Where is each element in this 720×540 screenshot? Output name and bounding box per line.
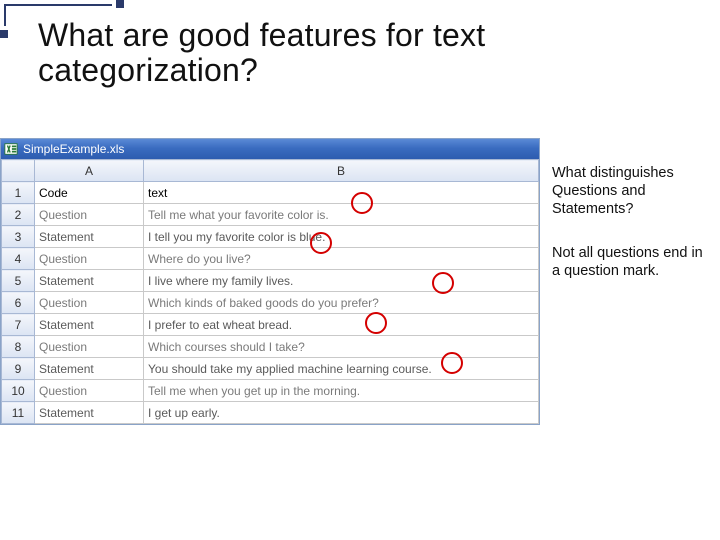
cell[interactable]: Which courses should I take? <box>144 336 539 358</box>
cell[interactable]: Question <box>35 248 144 270</box>
table-row: 11 Statement I get up early. <box>2 402 539 424</box>
cell[interactable]: text <box>144 182 539 204</box>
table-row: 10 Question Tell me when you get up in t… <box>2 380 539 402</box>
cell[interactable]: I tell you my favorite color is blue. <box>144 226 539 248</box>
cell[interactable]: I live where my family lives. <box>144 270 539 292</box>
excel-icon <box>4 142 18 156</box>
table-row: 3 Statement I tell you my favorite color… <box>2 226 539 248</box>
cell[interactable]: Statement <box>35 226 144 248</box>
cell[interactable]: Question <box>35 336 144 358</box>
cell[interactable]: Where do you live? <box>144 248 539 270</box>
title-line-2: categorization? <box>38 52 258 88</box>
table-row: 2 Question Tell me what your favorite co… <box>2 204 539 226</box>
row-header[interactable]: 4 <box>2 248 35 270</box>
cell[interactable]: You should take my applied machine learn… <box>144 358 539 380</box>
accent-dot <box>116 0 124 8</box>
cell[interactable]: I get up early. <box>144 402 539 424</box>
cell[interactable]: Statement <box>35 270 144 292</box>
cell[interactable]: Statement <box>35 402 144 424</box>
table-row: 8 Question Which courses should I take? <box>2 336 539 358</box>
title-line-1: What are good features for text <box>38 17 485 53</box>
row-header[interactable]: 5 <box>2 270 35 292</box>
cell[interactable]: Statement <box>35 358 144 380</box>
window-titlebar: SimpleExample.xls <box>1 139 539 159</box>
row-header[interactable]: 8 <box>2 336 35 358</box>
cell[interactable]: Question <box>35 204 144 226</box>
window-title: SimpleExample.xls <box>23 142 124 156</box>
cell[interactable]: Code <box>35 182 144 204</box>
column-header-a[interactable]: A <box>35 160 144 182</box>
cell[interactable]: Question <box>35 292 144 314</box>
table-row: 4 Question Where do you live? <box>2 248 539 270</box>
table-row: 1 Code text <box>2 182 539 204</box>
row-header[interactable]: 2 <box>2 204 35 226</box>
row-header[interactable]: 10 <box>2 380 35 402</box>
spreadsheet-window: SimpleExample.xls A B 1 Code text 2 Ques… <box>0 138 540 425</box>
table-row: 9 Statement You should take my applied m… <box>2 358 539 380</box>
row-header[interactable]: 9 <box>2 358 35 380</box>
table-row: 5 Statement I live where my family lives… <box>2 270 539 292</box>
row-header[interactable]: 6 <box>2 292 35 314</box>
row-header[interactable]: 11 <box>2 402 35 424</box>
cell[interactable]: Statement <box>35 314 144 336</box>
table-row: 7 Statement I prefer to eat wheat bread. <box>2 314 539 336</box>
table-row: 6 Question Which kinds of baked goods do… <box>2 292 539 314</box>
cell[interactable]: I prefer to eat wheat bread. <box>144 314 539 336</box>
cell[interactable]: Tell me what your favorite color is. <box>144 204 539 226</box>
select-all-corner[interactable] <box>2 160 35 182</box>
cell[interactable]: Question <box>35 380 144 402</box>
page-title: What are good features for text categori… <box>38 18 485 88</box>
row-header[interactable]: 1 <box>2 182 35 204</box>
annotation-note: What distinguishes Questions and Stateme… <box>552 164 712 218</box>
spreadsheet-grid: A B 1 Code text 2 Question Tell me what … <box>1 159 539 424</box>
cell[interactable]: Tell me when you get up in the morning. <box>144 380 539 402</box>
annotation-note: Not all questions end in a question mark… <box>552 244 712 280</box>
row-header[interactable]: 3 <box>2 226 35 248</box>
column-header-row: A B <box>2 160 539 182</box>
accent-dot <box>0 30 8 38</box>
cell[interactable]: Which kinds of baked goods do you prefer… <box>144 292 539 314</box>
row-header[interactable]: 7 <box>2 314 35 336</box>
column-header-b[interactable]: B <box>144 160 539 182</box>
